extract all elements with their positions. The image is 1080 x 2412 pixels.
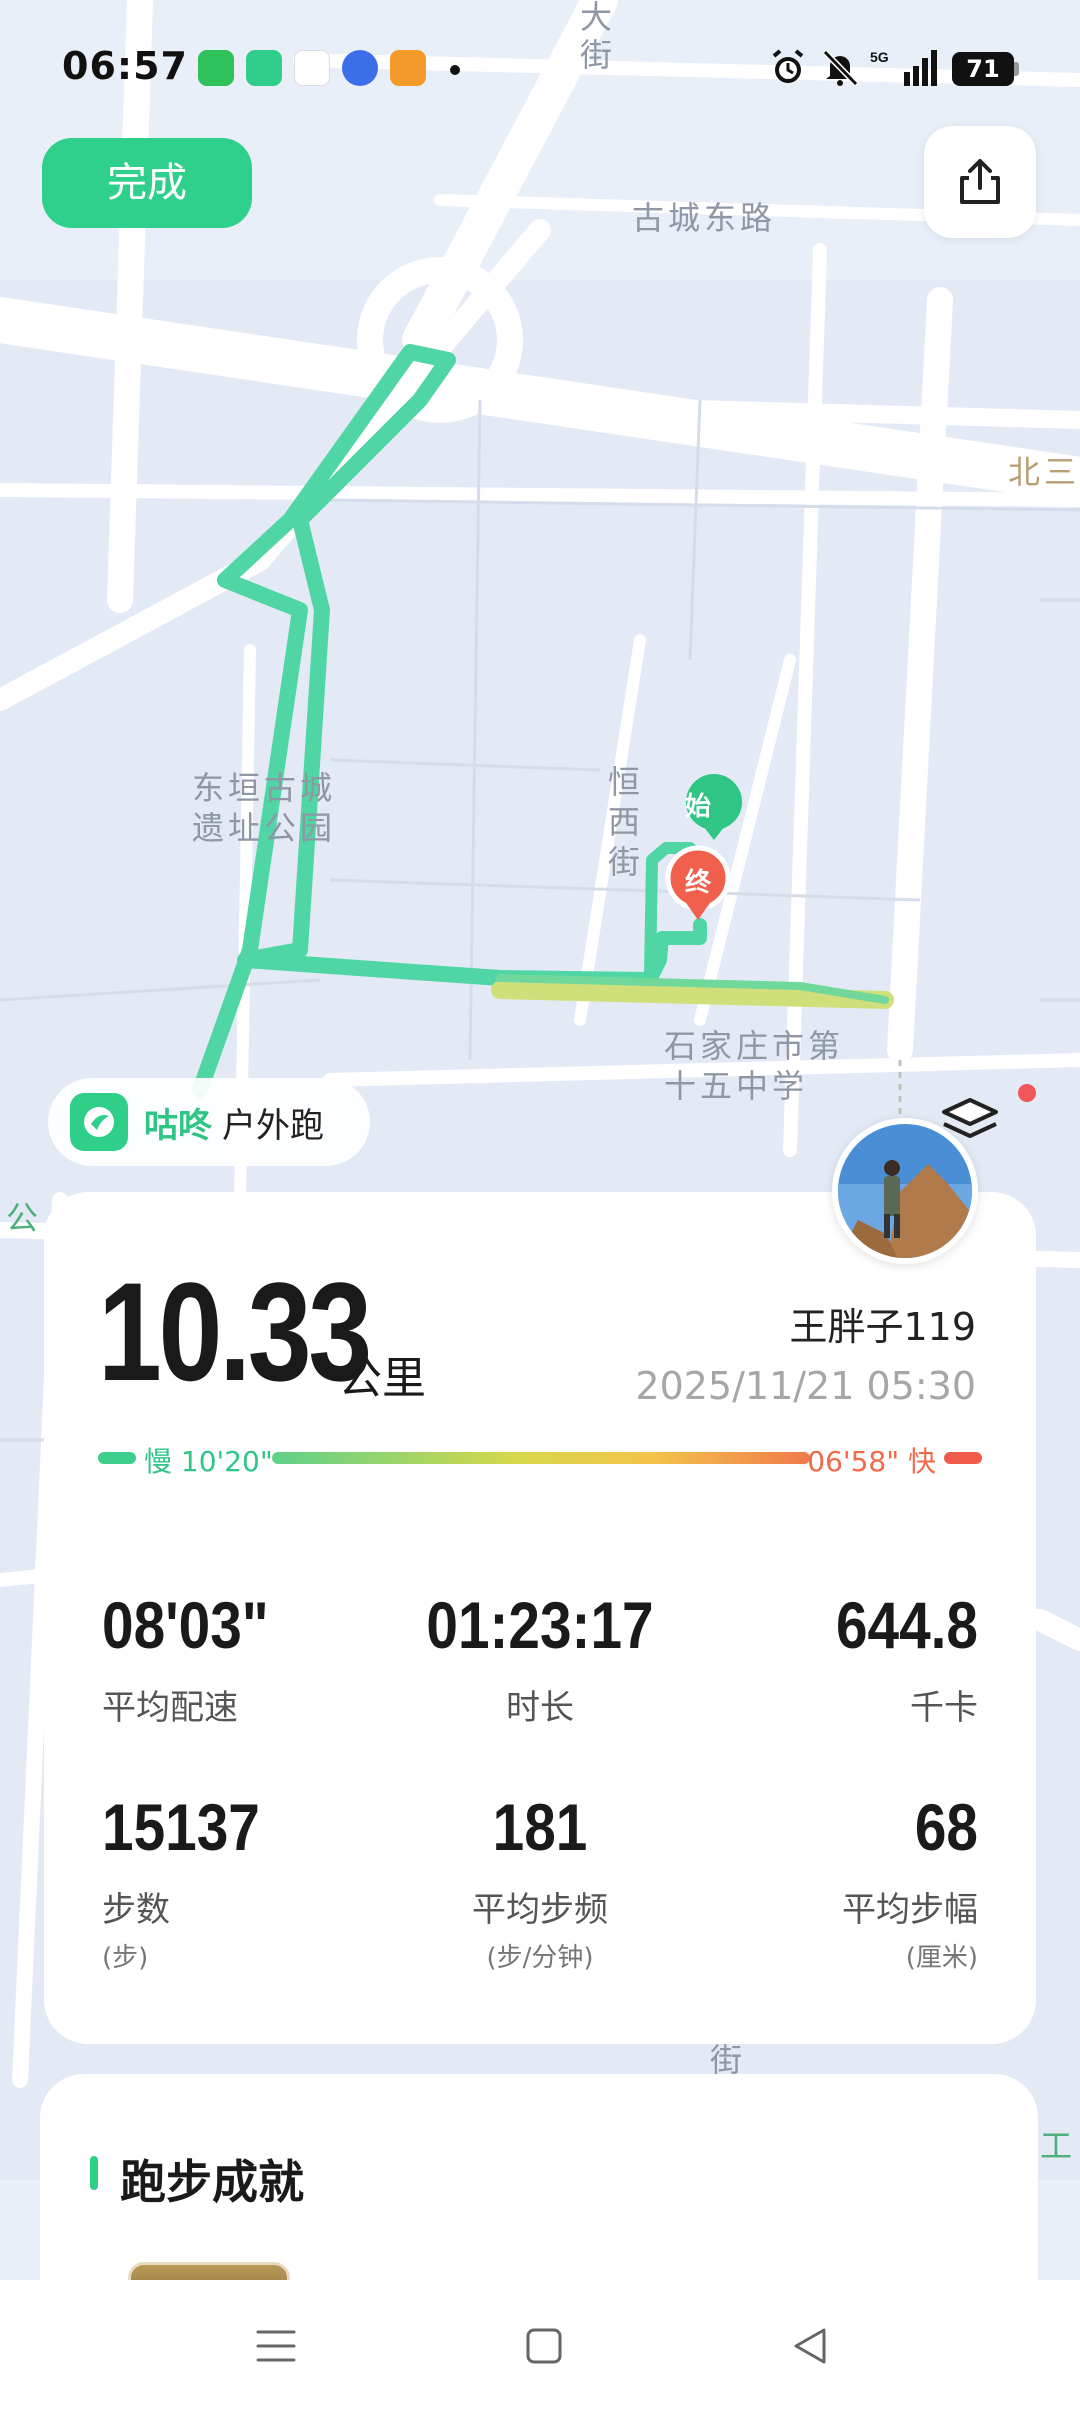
pace-slow-label: 慢 10'20" xyxy=(144,1445,273,1478)
gudong-logo-icon xyxy=(70,1093,128,1151)
user-avatar[interactable] xyxy=(832,1118,978,1264)
status-time: 06:57 xyxy=(62,44,188,88)
wechat-icon xyxy=(198,50,234,86)
signal-icon: 5G xyxy=(870,49,937,86)
metric-stride: 68 平均步幅 (厘米) xyxy=(678,1794,978,1974)
back-button[interactable] xyxy=(780,2320,840,2372)
metric-value: 15137 xyxy=(102,1790,260,1864)
activity-type: 户外跑 xyxy=(222,1105,324,1146)
metric-value: 08'03" xyxy=(102,1588,269,1662)
metric-label: 千卡 xyxy=(910,1688,978,1728)
brand-name: 咕咚 xyxy=(144,1105,212,1146)
share-icon xyxy=(960,159,1000,204)
metric-label: 平均步幅 xyxy=(842,1890,978,1930)
done-button[interactable]: 完成 xyxy=(42,138,252,228)
notification-dot xyxy=(1018,1084,1036,1102)
metric-label: 步数 xyxy=(102,1890,170,1930)
metric-unit: (步) xyxy=(102,1943,149,1973)
map-label-hengxi-street: 恒西街 xyxy=(607,763,640,881)
menu-button[interactable] xyxy=(246,2320,306,2372)
pace-fast-cap xyxy=(944,1452,982,1464)
metric-calories: 644.8 千卡 xyxy=(678,1592,978,1729)
map-label-left-edge: 公 xyxy=(6,1199,43,1237)
metric-value: 68 xyxy=(914,1790,978,1864)
metric-label: 平均步频 xyxy=(472,1890,608,1930)
menu-icon xyxy=(256,2330,296,2362)
run-datetime: 2025/11/21 05:30 xyxy=(635,1364,976,1408)
metric-avg-pace: 08'03" 平均配速 xyxy=(102,1592,402,1729)
metric-duration: 01:23:17 时长 xyxy=(390,1592,690,1729)
username: 王胖子119 xyxy=(789,1305,976,1349)
alarm-icon xyxy=(772,49,804,83)
map-label-park: 东垣古城遗址公园 xyxy=(192,769,337,847)
back-icon xyxy=(794,2328,826,2364)
pace-fast-label: 06'58" 快 xyxy=(807,1445,936,1478)
brand-badge: 咕咚 户外跑 xyxy=(48,1078,370,1166)
more-notifications-dot xyxy=(450,65,460,75)
hikvision-icon xyxy=(294,50,330,86)
video-app-icon xyxy=(390,50,426,86)
map-label-bei-san: 北三 xyxy=(1008,453,1080,491)
achievements-title: 跑步成就 xyxy=(120,2155,304,2209)
mute-icon xyxy=(822,49,859,87)
status-bar: 06:57 5G 71 xyxy=(0,0,1080,140)
system-nav-bar xyxy=(0,2280,1080,2412)
map-label-gucheng-east-road: 古城东路 xyxy=(632,199,777,237)
metric-value: 644.8 xyxy=(835,1588,978,1662)
home-button[interactable] xyxy=(514,2320,574,2372)
metric-label: 平均配速 xyxy=(102,1688,238,1728)
metric-cadence: 181 平均步频 (步/分钟) xyxy=(390,1794,690,1974)
metric-steps: 15137 步数 (步) xyxy=(102,1794,402,1974)
map-label-school: 石家庄市第十五中学 xyxy=(664,1027,845,1105)
metric-value: 181 xyxy=(492,1790,588,1864)
metric-label: 时长 xyxy=(506,1688,574,1728)
section-accent-bar xyxy=(90,2156,98,2190)
battery-indicator: 71 xyxy=(952,52,1014,86)
metric-unit: (厘米) xyxy=(905,1943,978,1973)
pace-gradient xyxy=(272,1452,810,1464)
home-icon xyxy=(526,2328,562,2364)
metric-value: 01:23:17 xyxy=(426,1588,654,1662)
network-type-label: 5G xyxy=(870,49,889,65)
pace-range-bar: 慢 10'20" 06'58" 快 xyxy=(98,1440,982,1478)
battery-tip xyxy=(1014,62,1019,76)
distance-unit: 公里 xyxy=(338,1353,426,1404)
map-label-right-edge: 工 xyxy=(1040,2127,1077,2165)
start-marker-label: 始 xyxy=(684,792,712,822)
metric-unit: (步/分钟) xyxy=(486,1943,594,1973)
end-marker-label: 终 xyxy=(684,868,712,898)
pace-slow-cap xyxy=(98,1452,136,1464)
gudong-icon xyxy=(246,50,282,86)
distance-value: 10.33 xyxy=(98,1253,372,1410)
share-button[interactable] xyxy=(924,126,1036,238)
baidu-icon xyxy=(342,50,378,86)
